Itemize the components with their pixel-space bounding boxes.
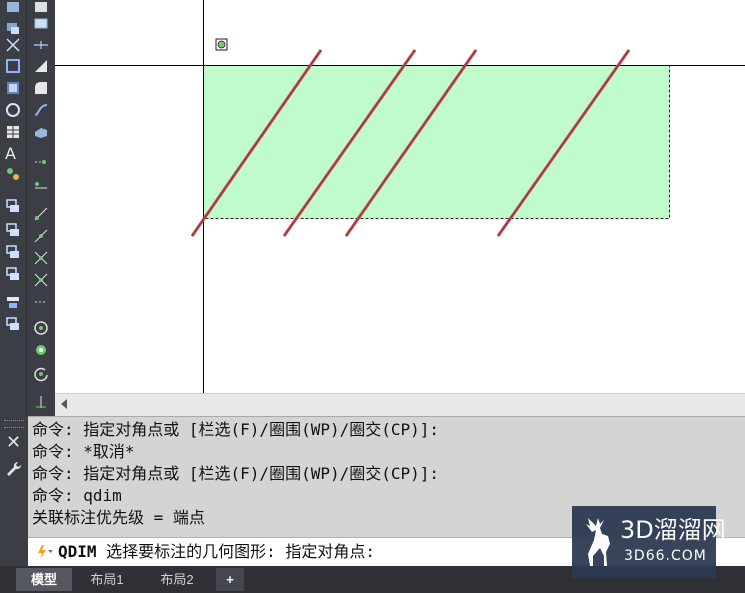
watermark-logo: 3D溜溜网 3D66.COM [572,506,726,578]
snap-insert-icon[interactable] [33,342,49,358]
chamfer-icon[interactable] [33,58,49,74]
watermark-title: 3D溜溜网 [620,516,726,544]
rectangle-icon[interactable] [5,58,21,74]
history-line: 关联标注优先级 = 端点 [32,508,205,527]
snap-endpoint-icon[interactable] [33,154,49,170]
text-icon[interactable]: A [5,146,16,162]
array-icon[interactable] [33,15,49,31]
attribute-icon[interactable] [5,294,21,310]
block-icon[interactable] [5,316,21,332]
snap-tangent-icon[interactable] [33,272,49,288]
rotate-icon[interactable] [33,366,49,382]
crossing-selection-window [203,65,670,219]
drawing-canvas[interactable] [55,0,745,393]
command-lightning-icon[interactable] [36,544,54,560]
history-line: 命令: 指定对角点或 [栏选(F)/圈围(WP)/圈交(CP)]: [32,420,440,439]
deer-logo-icon [586,518,610,566]
region-icon[interactable] [5,20,21,36]
point-icon[interactable] [5,166,21,182]
snap-midpoint-icon[interactable] [33,176,49,192]
tab-layout2[interactable]: 布局2 [144,568,210,591]
tab-model[interactable]: 模型 [16,568,72,591]
mirror-icon[interactable] [5,244,21,260]
snap-node-icon[interactable] [33,320,49,336]
fillet-icon[interactable] [33,80,49,96]
snap-intersection-icon[interactable] [33,206,49,222]
xline-icon[interactable] [5,37,21,53]
snap-center-icon[interactable] [33,228,49,244]
draw-toolbar: A [0,0,26,416]
close-icon[interactable]: ✕ [6,434,21,452]
active-command: QDIM [58,542,97,561]
explode-icon[interactable] [33,124,49,140]
history-line: 命令: qdim [32,486,122,505]
circle-icon[interactable] [5,102,21,118]
spline-icon[interactable] [33,102,49,118]
tab-layout1[interactable]: 布局1 [76,568,138,591]
copy-icon[interactable] [5,222,21,238]
scroll-left-arrow-icon[interactable] [61,399,67,409]
table-icon[interactable] [5,124,21,140]
history-line: 命令: 指定对角点或 [栏选(F)/圈围(WP)/圈交(CP)]: [32,464,440,483]
command-line-handle[interactable]: ✕ [0,416,28,566]
grip-handle[interactable] [4,420,24,428]
snap-perpendicular-icon[interactable] [33,294,49,310]
snap-nearest-icon[interactable] [33,394,49,410]
break-icon[interactable] [33,37,49,53]
add-layout-button[interactable]: + [216,568,244,591]
horizontal-scrollbar[interactable] [55,393,745,417]
erase-icon[interactable] [33,0,49,16]
wrench-icon[interactable] [5,460,23,478]
watermark-subtitle: 3D66.COM [624,548,707,564]
prompt-text: 选择要标注的几何图形: 指定对角点: [96,542,376,561]
snap-quadrant-icon[interactable] [33,250,49,266]
hatch-icon[interactable] [5,0,21,16]
polygon-icon[interactable] [5,80,21,96]
offset-icon[interactable] [5,266,21,282]
history-line: 命令: *取消* [32,442,135,461]
modify-toolbar [26,0,56,416]
command-prompt: QDIM 选择要标注的几何图形: 指定对角点: [58,541,375,563]
move-icon[interactable] [5,198,21,214]
